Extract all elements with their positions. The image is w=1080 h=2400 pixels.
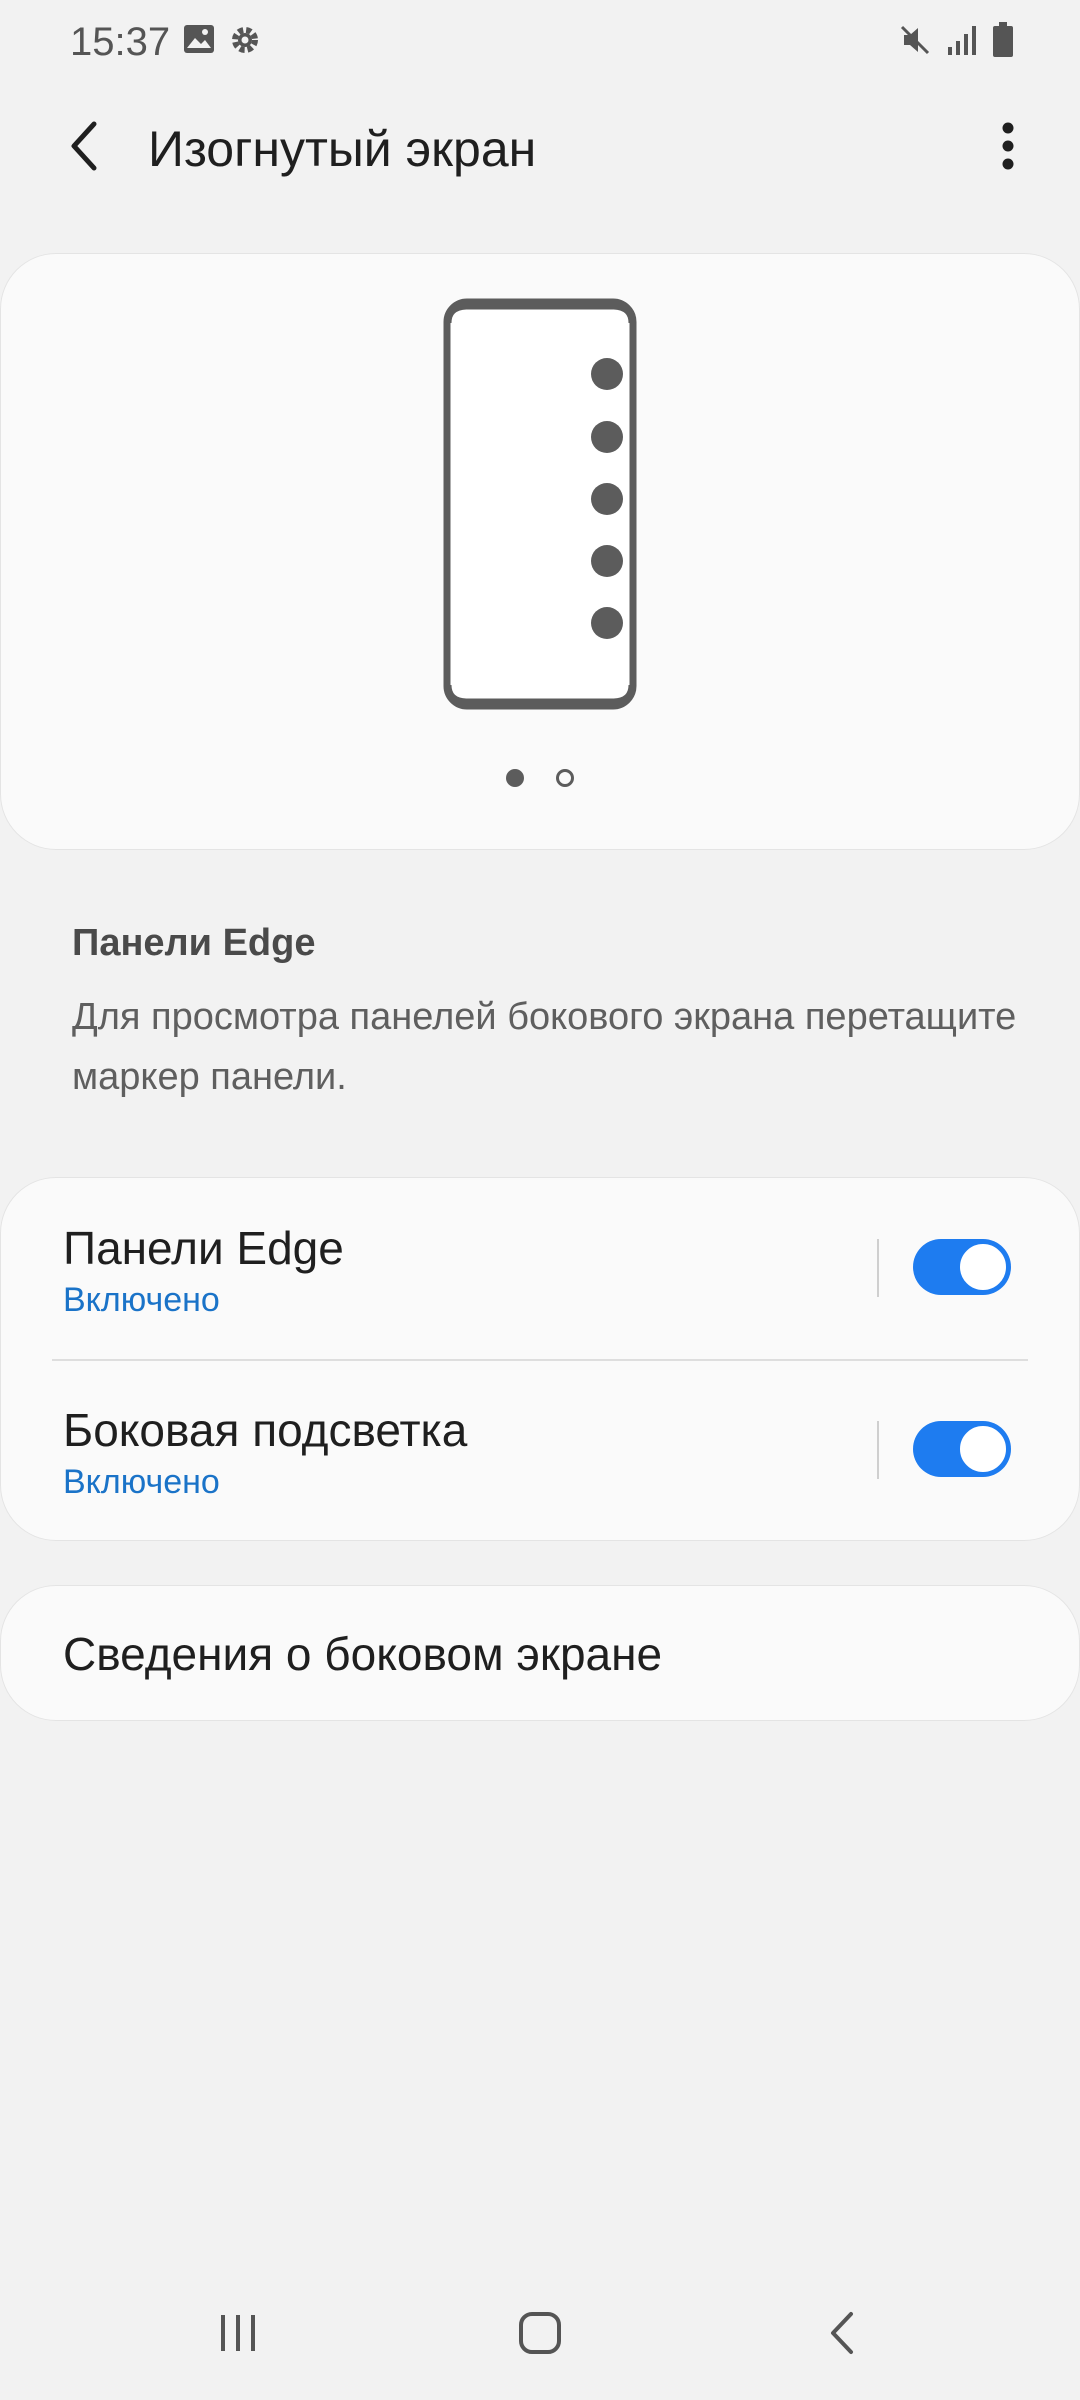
home-icon	[518, 2311, 562, 2360]
about-edge-screen-label: Сведения о боковом экране	[63, 1628, 663, 1680]
status-time: 15:37	[70, 20, 171, 64]
description-title: Панели Edge	[72, 922, 316, 964]
edge-panels-toggle[interactable]	[913, 1239, 1011, 1295]
edge-panel-illustration-icon	[442, 297, 638, 716]
settings-card: Панели Edge Включено Боковая подсветка В…	[0, 1177, 1080, 1541]
edge-lighting-toggle[interactable]	[913, 1421, 1011, 1477]
status-bar: 15:37	[0, 0, 1080, 86]
gear-icon	[229, 24, 261, 61]
divider	[877, 1239, 879, 1297]
chevron-left-icon	[66, 120, 102, 177]
recent-apps-icon	[218, 2313, 258, 2358]
setting-row-edge-panels[interactable]: Панели Edge Включено	[0, 1177, 1080, 1359]
description-text: Для просмотра панелей бокового экрана пе…	[72, 996, 1017, 1098]
page-indicator	[0, 769, 1080, 787]
navigation-bar	[0, 2270, 1080, 2400]
more-vertical-icon	[1001, 121, 1015, 176]
setting-status: Включено	[63, 1463, 220, 1501]
toggle-knob	[957, 1241, 1009, 1293]
home-button[interactable]	[500, 2300, 580, 2370]
setting-row-edge-lighting[interactable]: Боковая подсветка Включено	[0, 1359, 1080, 1541]
toggle-knob	[957, 1423, 1009, 1475]
app-bar: Изогнутый экран	[0, 86, 1080, 210]
signal-icon	[946, 23, 978, 62]
description-section: Панели Edge Для просмотра панелей боково…	[72, 922, 1032, 1107]
preview-card[interactable]	[0, 253, 1080, 850]
nav-back-button[interactable]	[802, 2300, 882, 2370]
back-icon	[827, 2311, 857, 2360]
page-dot-active[interactable]	[506, 769, 524, 787]
setting-title: Боковая подсветка	[63, 1404, 468, 1456]
divider	[877, 1421, 879, 1479]
back-button[interactable]	[52, 116, 116, 180]
setting-title: Панели Edge	[63, 1222, 344, 1274]
about-edge-screen-item[interactable]: Сведения о боковом экране	[0, 1585, 1080, 1721]
setting-status: Включено	[63, 1281, 220, 1319]
page-dot-inactive[interactable]	[556, 769, 574, 787]
page-title: Изогнутый экран	[148, 121, 537, 177]
recent-apps-button[interactable]	[198, 2300, 278, 2370]
mute-icon	[898, 23, 932, 62]
image-icon	[183, 24, 215, 61]
battery-icon	[992, 22, 1014, 63]
more-options-button[interactable]	[976, 116, 1040, 180]
